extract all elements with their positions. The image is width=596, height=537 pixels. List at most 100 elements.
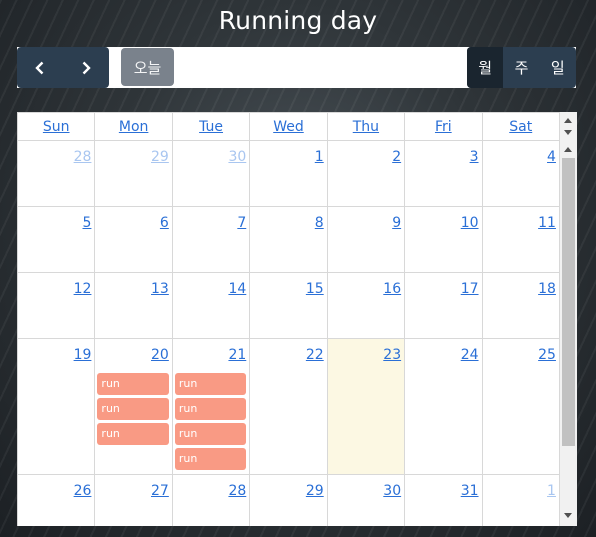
day-cell[interactable]: 5 xyxy=(18,207,96,272)
event-run[interactable]: run xyxy=(97,398,169,420)
day-cell[interactable]: 10 xyxy=(405,207,483,272)
weekday-header-wed[interactable]: Wed xyxy=(250,113,328,140)
scroll-down-arrow-icon[interactable] xyxy=(564,130,572,135)
day-number[interactable]: 20 xyxy=(151,347,169,363)
day-cell[interactable]: 1 xyxy=(250,141,328,206)
day-number[interactable]: 27 xyxy=(151,483,169,499)
day-number[interactable]: 13 xyxy=(151,281,169,297)
day-view-button[interactable]: 일 xyxy=(540,47,576,88)
day-cell[interactable]: 2 xyxy=(328,141,406,206)
day-number[interactable]: 23 xyxy=(383,347,401,363)
day-cell[interactable]: 12 xyxy=(18,273,96,338)
day-cell[interactable]: 31 xyxy=(405,475,483,526)
scroll-down-arrow-icon[interactable] xyxy=(564,513,572,518)
day-cell[interactable]: 28 xyxy=(173,475,251,526)
day-number[interactable]: 1 xyxy=(547,483,556,499)
day-cell[interactable]: 13 xyxy=(95,273,173,338)
day-number[interactable]: 17 xyxy=(461,281,479,297)
event-run[interactable]: run xyxy=(97,423,169,445)
day-number[interactable]: 2 xyxy=(392,149,401,165)
scroll-up-arrow-icon[interactable] xyxy=(564,147,572,152)
weekday-header-thu[interactable]: Thu xyxy=(328,113,406,140)
nav-button-group xyxy=(17,47,109,88)
day-number[interactable]: 12 xyxy=(74,281,92,297)
day-number[interactable]: 18 xyxy=(538,281,556,297)
day-cell[interactable]: 14 xyxy=(173,273,251,338)
day-cell[interactable]: 7 xyxy=(173,207,251,272)
event-run[interactable]: run xyxy=(174,398,247,420)
day-cell[interactable]: 26 xyxy=(18,475,96,526)
day-cell[interactable]: 4 xyxy=(483,141,560,206)
scrollbar-thumb[interactable] xyxy=(562,158,575,446)
day-number[interactable]: 29 xyxy=(306,483,324,499)
day-number[interactable]: 11 xyxy=(538,215,556,231)
day-number[interactable]: 1 xyxy=(315,149,324,165)
next-button[interactable] xyxy=(63,47,109,88)
day-cell[interactable]: 19 xyxy=(18,339,96,474)
day-cell[interactable]: 1 xyxy=(483,475,560,526)
day-cell[interactable]: 16 xyxy=(328,273,406,338)
day-number[interactable]: 22 xyxy=(306,347,324,363)
weekday-header-sat[interactable]: Sat xyxy=(483,113,560,140)
day-cell[interactable]: 3 xyxy=(405,141,483,206)
event-list: run run run run xyxy=(174,373,247,470)
scroll-up-arrow-icon[interactable] xyxy=(564,118,572,123)
day-cell[interactable]: 29 xyxy=(95,141,173,206)
day-cell[interactable]: 25 xyxy=(483,339,560,474)
day-cell[interactable]: 6 xyxy=(95,207,173,272)
day-cell[interactable]: 30 xyxy=(328,475,406,526)
today-button[interactable]: 오늘 xyxy=(121,48,174,86)
day-number[interactable]: 30 xyxy=(228,149,246,165)
day-cell[interactable]: 22 xyxy=(250,339,328,474)
day-cell[interactable]: 24 xyxy=(405,339,483,474)
day-number[interactable]: 28 xyxy=(74,149,92,165)
day-number[interactable]: 8 xyxy=(315,215,324,231)
day-cell[interactable]: 27 xyxy=(95,475,173,526)
day-cell[interactable]: 8 xyxy=(250,207,328,272)
day-number[interactable]: 19 xyxy=(74,347,92,363)
weekday-header-fri[interactable]: Fri xyxy=(405,113,483,140)
day-cell[interactable]: 28 xyxy=(18,141,96,206)
vertical-scrollbar[interactable] xyxy=(560,141,577,526)
day-number[interactable]: 7 xyxy=(237,215,246,231)
day-number[interactable]: 30 xyxy=(383,483,401,499)
day-number[interactable]: 9 xyxy=(392,215,401,231)
day-cell[interactable]: 9 xyxy=(328,207,406,272)
day-number[interactable]: 26 xyxy=(74,483,92,499)
day-number[interactable]: 21 xyxy=(228,347,246,363)
event-run[interactable]: run xyxy=(174,373,247,395)
day-number[interactable]: 4 xyxy=(547,149,556,165)
weekday-header-mon[interactable]: Mon xyxy=(95,113,173,140)
weekday-header-tue[interactable]: Tue xyxy=(173,113,251,140)
day-cell[interactable]: 17 xyxy=(405,273,483,338)
day-number[interactable]: 6 xyxy=(160,215,169,231)
event-run[interactable]: run xyxy=(97,373,169,395)
day-cell[interactable]: 29 xyxy=(250,475,328,526)
calendar-weeks: 28 29 30 1 2 3 4 5 6 7 8 9 10 11 12 13 14 15 16 17 18 19 20 run… xyxy=(18,141,560,526)
day-cell[interactable]: 21 run run run run xyxy=(173,339,251,474)
day-cell[interactable]: 30 xyxy=(173,141,251,206)
prev-button[interactable] xyxy=(17,47,63,88)
month-view-button[interactable]: 월 xyxy=(467,47,504,88)
week-view-button[interactable]: 주 xyxy=(503,47,539,88)
day-cell[interactable]: 20 run run run xyxy=(95,339,173,474)
day-cell[interactable]: 18 xyxy=(483,273,560,338)
day-number[interactable]: 24 xyxy=(461,347,479,363)
day-number[interactable]: 5 xyxy=(83,215,92,231)
day-number[interactable]: 10 xyxy=(461,215,479,231)
day-number[interactable]: 3 xyxy=(470,149,479,165)
day-number[interactable]: 14 xyxy=(228,281,246,297)
day-cell-today[interactable]: 23 xyxy=(327,339,406,474)
event-run[interactable]: run xyxy=(174,423,247,445)
day-number[interactable]: 25 xyxy=(538,347,556,363)
weekday-header-sun[interactable]: Sun xyxy=(18,113,96,140)
day-number[interactable]: 29 xyxy=(151,149,169,165)
day-number[interactable]: 28 xyxy=(228,483,246,499)
header-scroll-gutter xyxy=(560,112,577,141)
day-cell[interactable]: 11 xyxy=(483,207,560,272)
day-number[interactable]: 16 xyxy=(383,281,401,297)
day-number[interactable]: 31 xyxy=(461,483,479,499)
day-cell[interactable]: 15 xyxy=(250,273,328,338)
day-number[interactable]: 15 xyxy=(306,281,324,297)
event-run[interactable]: run xyxy=(174,448,247,470)
